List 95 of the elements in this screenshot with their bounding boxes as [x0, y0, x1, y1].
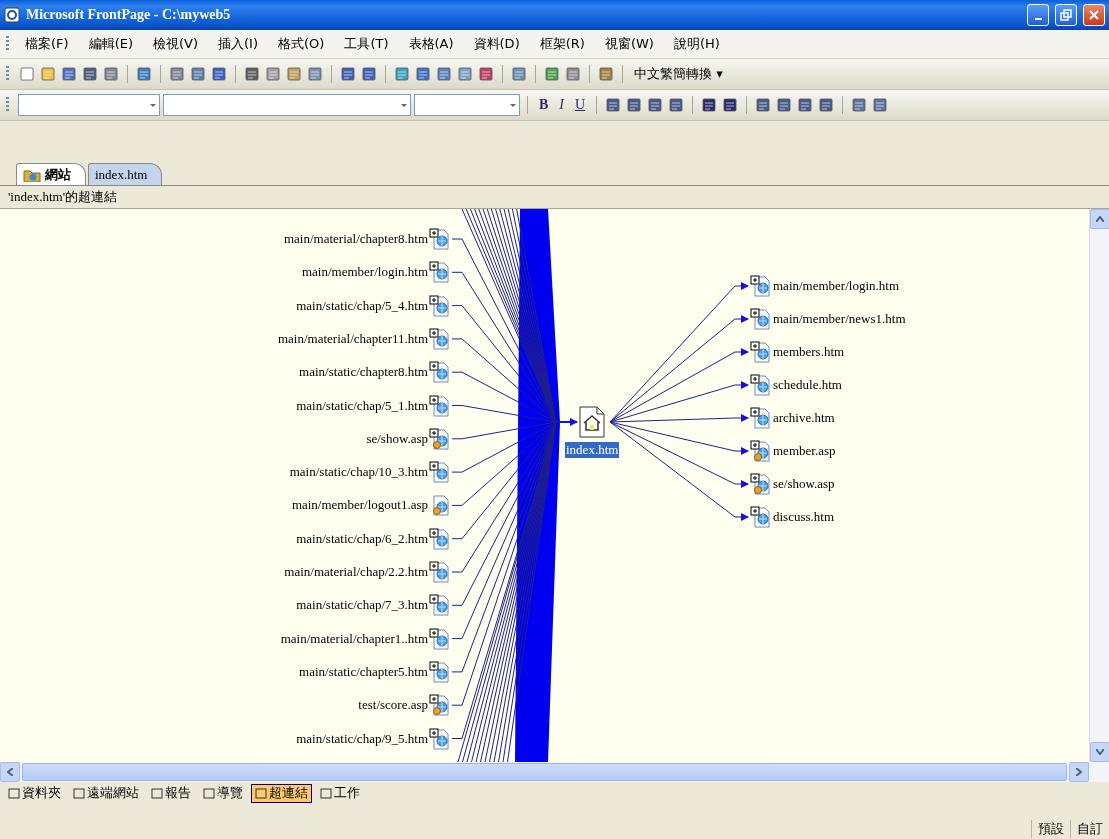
page-link-label[interactable]: main/static/chap/6_2.htm	[296, 530, 428, 547]
font-dropdown[interactable]	[163, 94, 411, 116]
font-size-dropdown[interactable]	[414, 94, 520, 116]
web-page-icon[interactable]	[429, 527, 451, 550]
view-icon	[203, 787, 215, 799]
view-button[interactable]: 超連結	[251, 783, 312, 803]
close-button[interactable]	[1083, 4, 1105, 26]
page-link-label[interactable]: main/static/chapter8.htm	[299, 364, 428, 381]
page-link-label[interactable]: member.asp	[773, 443, 836, 459]
view-button[interactable]: 報告	[147, 783, 195, 803]
web-page-icon[interactable]	[750, 275, 772, 297]
page-link-label[interactable]: main/member/login.htm	[302, 264, 428, 281]
menu-item[interactable]: 插入(I)	[208, 33, 268, 55]
view-icon	[8, 787, 20, 799]
web-page-icon[interactable]	[429, 327, 451, 350]
web-page-icon[interactable]	[750, 341, 772, 363]
close-icon	[1088, 9, 1100, 21]
script-page-icon[interactable]	[429, 694, 451, 717]
web-page-icon[interactable]	[750, 407, 772, 429]
web-page-icon[interactable]	[429, 594, 451, 617]
menu-item[interactable]: 工具(T)	[334, 33, 399, 55]
horizontal-scrollbar[interactable]	[0, 762, 1109, 782]
underline-button[interactable]: U	[571, 97, 590, 113]
page-link-label[interactable]: main/material/chapter1..htm	[280, 630, 428, 647]
script-page-icon[interactable]	[750, 473, 772, 495]
view-button[interactable]: 導覽	[199, 783, 247, 803]
menu-item[interactable]: 框架(R)	[529, 33, 595, 55]
page-link-label[interactable]: main/static/chap/5_4.htm	[296, 297, 428, 314]
tab[interactable]: 網站	[16, 163, 86, 185]
web-page-icon[interactable]	[429, 361, 451, 384]
menu-item[interactable]: 資料(D)	[463, 33, 530, 55]
page-link-label[interactable]: main/member/news1.htm	[773, 311, 906, 327]
page-link-label[interactable]: se/show.asp	[773, 476, 835, 492]
restore-button[interactable]	[1055, 4, 1077, 26]
web-page-icon[interactable]	[429, 294, 451, 317]
page-link-label[interactable]: main/member/login.htm	[773, 278, 899, 294]
convert-button[interactable]: 中文繁簡轉換 ▾	[630, 63, 727, 85]
page-link-label[interactable]: archive.htm	[773, 410, 835, 426]
script-page-icon[interactable]	[429, 427, 451, 450]
web-page-icon[interactable]	[429, 727, 451, 750]
web-page-icon[interactable]	[750, 506, 772, 528]
page-link-label[interactable]: main/material/chapter11.htm	[277, 330, 428, 347]
web-page-icon[interactable]	[429, 461, 451, 484]
folder-icon	[23, 167, 41, 182]
page-link-label[interactable]: schedule.htm	[773, 377, 842, 393]
web-page-icon[interactable]	[750, 308, 772, 330]
italic-button[interactable]: I	[555, 97, 568, 113]
view-icon	[151, 787, 163, 799]
view-icon	[73, 787, 85, 799]
web-page-icon[interactable]	[429, 228, 451, 250]
restore-icon	[1060, 9, 1072, 21]
center-page-label[interactable]: index.htm	[565, 442, 620, 458]
web-page-icon[interactable]	[429, 660, 451, 683]
page-link-label[interactable]: test/score.asp	[358, 697, 428, 714]
menu-item[interactable]: 說明(H)	[663, 33, 730, 55]
bold-button[interactable]: B	[535, 97, 553, 113]
menu-item[interactable]: 檔案(F)	[15, 33, 79, 55]
web-page-icon[interactable]	[429, 261, 451, 284]
menu-item[interactable]: 編輯(E)	[78, 33, 143, 55]
page-link-label[interactable]: main/member/logout1.asp	[291, 497, 428, 514]
page-link-label[interactable]: main/static/chapter5.htm	[299, 663, 428, 680]
view-button[interactable]: 工作	[316, 783, 364, 803]
web-page-icon[interactable]	[429, 561, 451, 583]
link-arrow	[555, 418, 578, 426]
window-title: Microsoft FrontPage - C:\myweb5	[26, 7, 232, 23]
menu-item[interactable]: 檢視(V)	[143, 33, 209, 55]
script-page-icon[interactable]	[750, 440, 772, 462]
page-link-label[interactable]: main/static/chap/7_3.htm	[296, 597, 428, 614]
page-link-label[interactable]: main/material/chap/2.2.htm	[284, 564, 428, 580]
page-link-label[interactable]: main/material/chapter8.htm	[283, 231, 428, 247]
menu-item[interactable]: 格式(O)	[268, 33, 335, 55]
page-link-label[interactable]: main/static/chap/5_1.htm	[296, 397, 428, 414]
home-page-icon[interactable]	[579, 406, 605, 438]
menu-item[interactable]: 表格(A)	[398, 33, 464, 55]
tab[interactable]: index.htm	[88, 163, 163, 185]
status-cell: 自訂	[1070, 820, 1109, 838]
page-link-label[interactable]: members.htm	[773, 344, 845, 360]
menu-item[interactable]: 視窗(W)	[594, 33, 664, 55]
web-page-icon[interactable]	[750, 374, 772, 396]
page-link-label[interactable]: main/static/chap/10_3.htm	[289, 464, 428, 481]
view-button[interactable]: 遠端網站	[69, 783, 143, 803]
page-link-label[interactable]: discuss.htm	[773, 509, 835, 525]
minimize-button[interactable]	[1027, 4, 1049, 26]
view-icon	[255, 787, 267, 799]
web-page-icon[interactable]	[429, 394, 451, 417]
view-icon	[320, 787, 332, 799]
view-button[interactable]: 資料夾	[4, 783, 65, 803]
style-dropdown[interactable]	[18, 94, 160, 116]
minimize-icon	[1034, 18, 1042, 20]
web-page-icon[interactable]	[429, 627, 451, 650]
app-icon	[4, 7, 20, 23]
page-link-label[interactable]: main/static/chap/9_5.htm	[296, 730, 428, 747]
vertical-scrollbar[interactable]	[1089, 209, 1109, 762]
page-link-label[interactable]: se/show.asp	[366, 430, 428, 447]
status-cell: 預設	[1031, 820, 1070, 838]
